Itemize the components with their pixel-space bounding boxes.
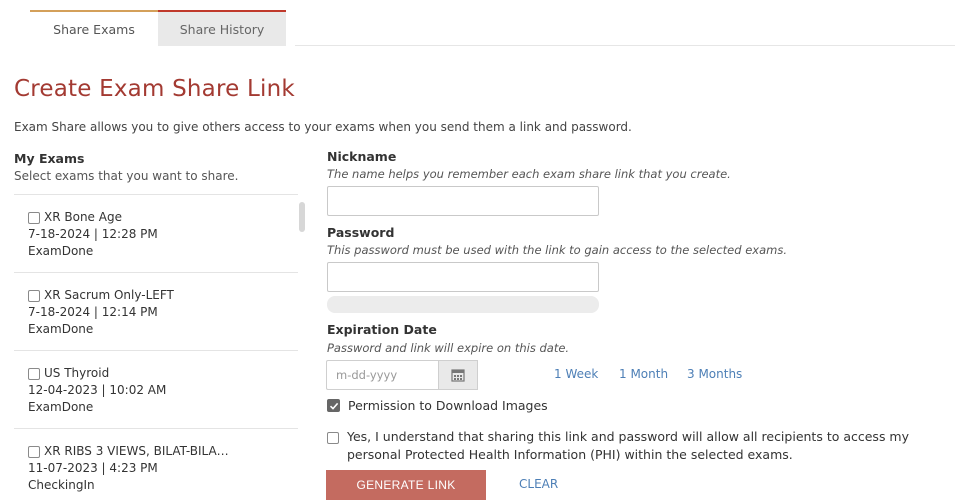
exam-status: ExamDone xyxy=(28,400,94,414)
expiration-help: Password and link will expire on this da… xyxy=(327,341,570,355)
tab-divider xyxy=(295,45,955,46)
exam-name: US Thyroid xyxy=(44,366,110,380)
password-strength-bar xyxy=(327,296,599,313)
exam-name: XR RIBS 3 VIEWS, BILAT-BILA… xyxy=(44,444,229,458)
page-title: Create Exam Share Link xyxy=(14,76,295,102)
generate-link-button[interactable]: GENERATE LINK xyxy=(326,470,486,500)
exam-datetime: 7-18-2024 | 12:28 PM xyxy=(28,227,158,241)
expiration-label: Expiration Date xyxy=(327,322,437,337)
exam-datetime: 12-04-2023 | 10:02 AM xyxy=(28,383,167,397)
tab-share-history[interactable]: Share History xyxy=(158,10,286,46)
exam-list[interactable]: XR Bone Age 7-18-2024 | 12:28 PM ExamDon… xyxy=(14,194,298,502)
exam-status: ExamDone xyxy=(28,322,94,336)
password-help: This password must be used with the link… xyxy=(327,243,787,257)
expire-1-week-link[interactable]: 1 Week xyxy=(554,367,598,381)
list-item[interactable]: XR Bone Age 7-18-2024 | 12:28 PM ExamDon… xyxy=(14,194,298,272)
calendar-icon xyxy=(451,369,465,382)
nickname-help: The name helps you remember each exam sh… xyxy=(327,167,731,181)
nickname-input[interactable] xyxy=(327,186,599,216)
list-item[interactable]: XR Sacrum Only-LEFT 7-18-2024 | 12:14 PM… xyxy=(14,272,298,350)
password-label: Password xyxy=(327,225,395,240)
exam-status: ExamDone xyxy=(28,244,94,258)
exam-name: XR Sacrum Only-LEFT xyxy=(44,288,174,302)
exam-name: XR Bone Age xyxy=(44,210,122,224)
tab-bar: Share Exams Share History xyxy=(30,10,286,46)
my-exams-heading: My Exams xyxy=(14,151,85,166)
exam-datetime: 7-18-2024 | 12:14 PM xyxy=(28,305,158,319)
consent-label: Yes, I understand that sharing this link… xyxy=(347,429,910,462)
expire-3-months-link[interactable]: 3 Months xyxy=(687,367,742,381)
intro-text: Exam Share allows you to give others acc… xyxy=(14,120,632,134)
expire-1-month-link[interactable]: 1 Month xyxy=(619,367,668,381)
expiration-date-input[interactable]: m-dd-yyyy xyxy=(326,360,438,390)
tab-share-exams[interactable]: Share Exams xyxy=(30,10,158,46)
permission-checkbox[interactable] xyxy=(327,399,340,412)
my-exams-subheading: Select exams that you want to share. xyxy=(14,169,239,183)
exam-checkbox[interactable] xyxy=(28,211,40,224)
clear-button[interactable]: CLEAR xyxy=(519,477,558,491)
exam-checkbox[interactable] xyxy=(28,367,40,380)
check-icon xyxy=(329,402,338,410)
list-item[interactable]: XR RIBS 3 VIEWS, BILAT-BILA… 11-07-2023 … xyxy=(14,428,298,502)
exam-checkbox[interactable] xyxy=(28,445,40,458)
password-input[interactable] xyxy=(327,262,599,292)
exam-datetime: 11-07-2023 | 4:23 PM xyxy=(28,461,158,475)
permission-label: Permission to Download Images xyxy=(348,398,548,413)
consent-checkbox[interactable] xyxy=(327,432,339,444)
download-permission[interactable]: Permission to Download Images xyxy=(327,398,548,413)
exam-status: CheckingIn xyxy=(28,478,95,492)
list-item[interactable]: US Thyroid 12-04-2023 | 10:02 AM ExamDon… xyxy=(14,350,298,428)
calendar-button[interactable] xyxy=(438,360,478,390)
nickname-label: Nickname xyxy=(327,149,397,164)
exam-checkbox[interactable] xyxy=(28,289,40,302)
exam-list-scrollbar[interactable] xyxy=(299,202,305,232)
